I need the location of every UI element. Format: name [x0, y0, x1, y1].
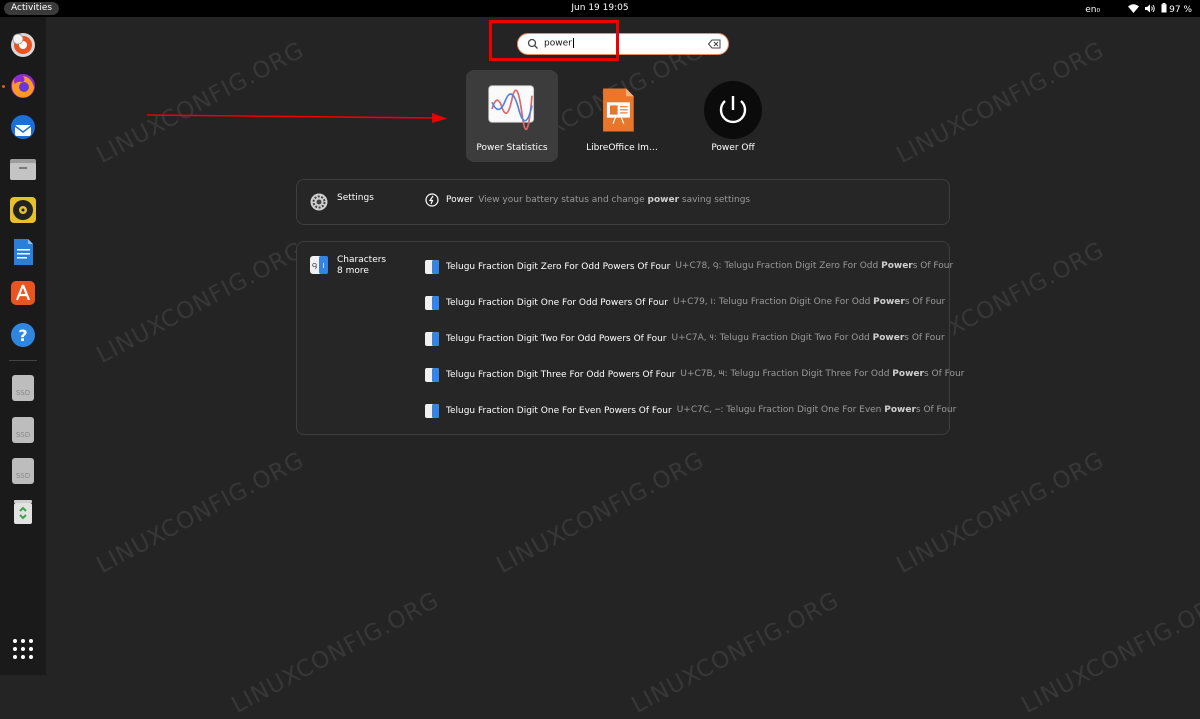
watermark-text: LINUXCONFIG.ORG	[1017, 587, 1200, 719]
svg-text:SSD: SSD	[16, 472, 30, 480]
character-result[interactable]: Telugu Fraction Digit Two For Odd Powers…	[425, 332, 945, 346]
watermark-text: LINUXCONFIG.ORG	[627, 587, 844, 719]
ssd-drive-icon[interactable]: SSD	[8, 373, 38, 403]
clock: Jun 19 19:05	[0, 3, 1200, 13]
wifi-icon	[1128, 3, 1140, 16]
annotation-highlight-box	[489, 20, 619, 61]
watermark-text: LINUXCONFIG.ORG	[92, 447, 309, 579]
clear-search-icon[interactable]	[708, 39, 721, 49]
result-description: View your battery status and change powe…	[478, 195, 751, 205]
help-icon[interactable]: ?	[8, 320, 38, 350]
app-label: Power Off	[711, 143, 755, 153]
top-bar: Activities Jun 19 19:05 en₀ 97 %	[0, 0, 1200, 17]
watermark-text: LINUXCONFIG.ORG	[892, 447, 1109, 579]
firefox-icon[interactable]	[8, 71, 38, 101]
settings-gear-icon	[310, 193, 328, 211]
settings-results-panel: Settings Power View your battery status …	[296, 179, 950, 225]
power-statistics-icon	[488, 85, 535, 131]
libreoffice-impress-icon	[603, 88, 634, 132]
keyboard-layout-indicator[interactable]: en₀	[1085, 5, 1100, 15]
character-result[interactable]: Telugu Fraction Digit One For Even Power…	[425, 404, 956, 418]
character-icon	[425, 404, 439, 418]
app-label: LibreOffice Im…	[586, 143, 658, 153]
provider-more-count[interactable]: 8 more	[337, 266, 369, 276]
watermark-text: LINUXCONFIG.ORG	[892, 37, 1109, 169]
character-icon	[425, 368, 439, 382]
svg-text:?: ?	[18, 326, 27, 345]
character-icon	[425, 296, 439, 310]
watermark-text: LINUXCONFIG.ORG	[92, 37, 309, 169]
app-center-icon[interactable]	[8, 278, 38, 308]
characters-app-icon: ౸ ౹	[310, 256, 328, 274]
character-icon	[425, 260, 439, 274]
ssd-drive-icon[interactable]: SSD	[8, 415, 38, 445]
dock: ? SSD SSD SSD	[0, 17, 46, 675]
volume-icon	[1145, 4, 1155, 16]
character-result[interactable]: Telugu Fraction Digit One For Odd Powers…	[425, 296, 945, 310]
power-settings-icon	[425, 193, 439, 207]
result-title: Power	[446, 195, 474, 205]
watermark-text: LINUXCONFIG.ORG	[492, 447, 709, 579]
provider-label: Settings	[337, 193, 374, 203]
watermark-text: LINUXCONFIG.ORG	[227, 587, 444, 719]
character-result[interactable]: Telugu Fraction Digit Three For Odd Powe…	[425, 368, 964, 382]
activities-button[interactable]: Activities	[4, 2, 60, 15]
files-icon[interactable]	[8, 154, 38, 184]
annotation-arrow	[147, 113, 447, 123]
battery-percentage: 97 %	[1169, 4, 1192, 15]
trash-icon[interactable]	[8, 497, 38, 527]
ssd-drive-icon[interactable]: SSD	[8, 456, 38, 486]
libreoffice-writer-icon[interactable]	[8, 237, 38, 267]
settings-result-power[interactable]: Power View your battery status and chang…	[425, 193, 750, 207]
svg-text:SSD: SSD	[16, 431, 30, 439]
clock-label[interactable]: Jun 19 19:05	[571, 3, 628, 13]
svg-text:౹: ౹	[322, 261, 324, 270]
app-result-power-off[interactable]: Power Off	[687, 70, 779, 162]
app-result-power-statistics[interactable]: Power Statistics	[466, 70, 558, 162]
thunderbird-icon[interactable]	[8, 113, 38, 143]
power-off-icon	[704, 81, 762, 139]
watermark-text: LINUXCONFIG.ORG	[92, 237, 309, 369]
app-result-libreoffice-impress[interactable]: LibreOffice Im…	[576, 70, 668, 162]
rhythmbox-icon[interactable]	[8, 195, 38, 225]
app-label: Power Statistics	[476, 143, 548, 153]
character-icon	[425, 332, 439, 346]
ubuntu-disk-icon[interactable]	[8, 30, 38, 60]
system-tray[interactable]: en₀ 97 %	[1085, 3, 1192, 16]
characters-results-panel: ౸ ౹ Characters 8 more Telugu Fraction Di…	[296, 241, 964, 435]
character-result[interactable]: Telugu Fraction Digit Zero For Odd Power…	[425, 260, 953, 274]
show-apps-grid-icon[interactable]	[8, 634, 38, 664]
svg-text:౸: ౸	[312, 261, 317, 270]
provider-label: Characters	[337, 255, 387, 265]
svg-text:SSD: SSD	[16, 389, 30, 397]
battery-icon	[1161, 3, 1167, 16]
